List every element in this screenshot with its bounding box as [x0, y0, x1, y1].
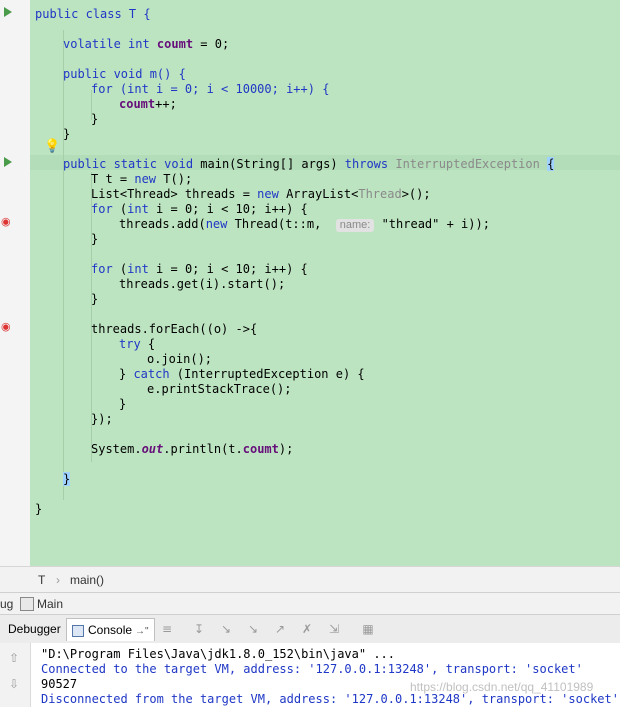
code-line: } catch (InterruptedException e) { [119, 367, 365, 381]
scroll-up-icon[interactable]: ⇧ [9, 651, 19, 665]
code-line: coumt++; [119, 97, 177, 111]
breadcrumb-class[interactable]: T [38, 573, 45, 587]
code-line: threads.add(new Thread(t::m, name: "thre… [119, 217, 490, 232]
tab-console-pin[interactable]: →" [135, 626, 149, 637]
breadcrumb-method[interactable]: main() [70, 573, 104, 587]
code-line: for (int i = 0; i < 10000; i++) { [91, 82, 330, 96]
restore-layout-icon[interactable]: ≡ [160, 622, 174, 636]
run-class-icon[interactable] [4, 7, 12, 17]
code-line: threads.get(i).start(); [119, 277, 286, 291]
breadcrumb-separator: › [56, 573, 60, 587]
indent-guide [63, 30, 64, 500]
tab-debugger[interactable]: Debugger [3, 618, 66, 640]
evaluate-icon[interactable]: ▦ [361, 622, 375, 636]
tab-console-label: Console [88, 623, 133, 637]
breadcrumb: T › main() [0, 566, 620, 592]
code-line: } [119, 397, 127, 411]
run-to-cursor-icon[interactable]: ⇲ [327, 622, 341, 636]
run-config-name[interactable]: Main [37, 597, 63, 611]
run-main-icon[interactable] [4, 157, 12, 167]
code-line: List<Thread> threads = new ArrayList<Thr… [91, 187, 431, 201]
code-editor[interactable]: ◉ ◉ 💡 public class T { volatile int coum… [0, 0, 620, 566]
console-icon [72, 624, 84, 637]
code-line: o.join(); [147, 352, 213, 366]
code-line: try { [119, 337, 156, 351]
console-output[interactable]: ⇧ ⇩ "D:\Program Files\Java\jdk1.8.0_152\… [0, 643, 620, 707]
console-line: Disconnected from the target VM, address… [41, 692, 619, 706]
tab-console[interactable]: Console →" [66, 618, 155, 641]
step-into-icon[interactable]: ↘ [246, 622, 260, 636]
console-line: "D:\Program Files\Java\jdk1.8.0_152\bin\… [41, 647, 396, 661]
parameter-hint: name: [335, 219, 375, 232]
code-line: for (int i = 0; i < 10; i++) { [91, 262, 308, 276]
code-line: public class T { [35, 7, 151, 21]
code-line: } [63, 127, 71, 141]
config-icon [20, 597, 34, 611]
debug-tool-window-header: ug Main [0, 592, 620, 615]
editor-gutter[interactable]: ◉ ◉ [0, 0, 31, 566]
debug-toolbar: Debugger Console →" ≡ ↧ ↘ ↘ ↗ ✗ ⇲ ▦ [0, 614, 620, 644]
code-line: volatile int coumt = 0; [63, 37, 230, 51]
console-line: 90527 [41, 677, 78, 691]
step-over-icon[interactable]: ↘ [219, 622, 233, 636]
force-step-into-icon[interactable]: ↗ [273, 622, 287, 636]
console-gutter: ⇧ ⇩ [0, 643, 31, 707]
code-line: public void m() { [63, 67, 186, 81]
debug-title-label: ug [0, 597, 14, 611]
code-line: } [91, 292, 99, 306]
lightbulb-icon[interactable]: 💡 [44, 139, 60, 154]
code-line: public static void main(String[] args) t… [63, 157, 555, 171]
code-line: } [63, 472, 71, 486]
code-line: } [91, 232, 99, 246]
code-line: } [91, 112, 99, 126]
code-line: threads.forEach((o) ->{ [91, 322, 258, 336]
breakpoint-icon[interactable]: ◉ [1, 215, 11, 228]
code-line: System.out.println(t.coumt); [91, 442, 294, 456]
code-line: T t = new T(); [91, 172, 193, 186]
drop-frame-icon[interactable]: ✗ [300, 622, 314, 636]
code-line: }); [91, 412, 113, 426]
scroll-down-icon[interactable]: ⇩ [9, 677, 19, 691]
tab-debugger-label: Debugger [8, 622, 61, 636]
watermark: https://blog.csdn.net/qq_41101989 [410, 680, 594, 694]
scroll-to-end-icon[interactable]: ↧ [192, 622, 206, 636]
code-line: e.printStackTrace(); [147, 382, 292, 396]
breakpoint-icon[interactable]: ◉ [1, 320, 11, 333]
code-line: for (int i = 0; i < 10; i++) { [91, 202, 308, 216]
console-line: Connected to the target VM, address: '12… [41, 662, 583, 676]
code-line: } [35, 502, 43, 516]
